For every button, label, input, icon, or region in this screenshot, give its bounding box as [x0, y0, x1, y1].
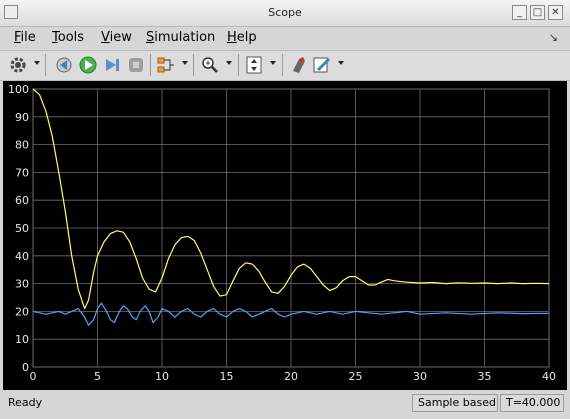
gear-icon[interactable]: [8, 55, 28, 75]
collapse-icon[interactable]: ↘: [549, 31, 558, 44]
toolbar-separator: [45, 54, 46, 76]
simulation-time: T=40.000: [500, 394, 564, 412]
status-message: Ready: [8, 396, 43, 409]
toolbar-separator: [193, 54, 194, 76]
step-forward-icon[interactable]: [102, 55, 122, 75]
y-tick-label: 0: [22, 361, 29, 374]
signal-dropdown-icon[interactable]: [182, 61, 188, 65]
gear-dropdown-icon[interactable]: [34, 61, 40, 65]
autoscale-dropdown-icon[interactable]: [270, 61, 276, 65]
close-icon[interactable]: ✕: [548, 5, 563, 20]
x-tick-label: 30: [413, 370, 427, 383]
x-tick-label: 0: [30, 370, 37, 383]
menu-tools[interactable]: Tools: [52, 30, 84, 45]
zoom-icon[interactable]: [200, 55, 220, 75]
scope-chart: 0 5 10 15 20 25 30 35 40 0 10 20 30 40 50 60 70 80 90 100: [8, 83, 556, 383]
x-tick-label: 10: [155, 370, 169, 383]
x-tick-label: 40: [542, 370, 556, 383]
y-tick-label: 70: [15, 166, 29, 179]
scope-plot[interactable]: 0 5 10 15 20 25 30 35 40 0 10 20 30 40 50 60 70 80 90 100: [3, 81, 567, 390]
highlight-icon[interactable]: [289, 55, 309, 75]
menu-file[interactable]: File: [14, 30, 36, 45]
y-tick-label: 60: [15, 194, 29, 207]
run-icon[interactable]: [78, 55, 98, 75]
stop-icon[interactable]: [126, 55, 146, 75]
y-tick-label: 50: [15, 222, 29, 235]
toolbar-separator: [282, 54, 283, 76]
x-tick-label: 5: [94, 370, 101, 383]
menu-help[interactable]: Help: [227, 30, 257, 45]
toolbar-separator: [150, 54, 151, 76]
menu-view[interactable]: View: [101, 30, 132, 45]
y-tick-label: 90: [15, 111, 29, 124]
y-tick-label: 40: [15, 250, 29, 263]
signal-select-icon[interactable]: [156, 55, 176, 75]
sample-mode-indicator: Sample based: [412, 394, 498, 412]
status-bar: Ready Sample based T=40.000: [0, 392, 570, 419]
title-bar: Scope _ □ ✕: [0, 0, 570, 27]
y-tick-label: 20: [15, 305, 29, 318]
x-tick-label: 15: [220, 370, 234, 383]
properties-icon[interactable]: [312, 55, 332, 75]
x-tick-label: 20: [284, 370, 298, 383]
menu-bar: File Tools View Simulation Help ↘: [0, 27, 570, 49]
y-tick-label: 30: [15, 278, 29, 291]
y-tick-label: 80: [15, 139, 29, 152]
y-tick-label: 10: [15, 333, 29, 346]
minimize-icon[interactable]: _: [512, 5, 527, 20]
toolbar: [0, 50, 570, 81]
window-title: Scope: [268, 6, 302, 19]
maximize-icon[interactable]: □: [530, 5, 545, 20]
autoscale-icon[interactable]: [244, 55, 264, 75]
x-tick-label: 25: [349, 370, 363, 383]
toolbar-separator: [238, 54, 239, 76]
x-tick-label: 35: [478, 370, 492, 383]
y-tick-label: 100: [8, 83, 29, 96]
zoom-dropdown-icon[interactable]: [226, 61, 232, 65]
step-back-icon[interactable]: [54, 55, 74, 75]
menu-simulation[interactable]: Simulation: [146, 30, 215, 45]
properties-dropdown-icon[interactable]: [338, 61, 344, 65]
